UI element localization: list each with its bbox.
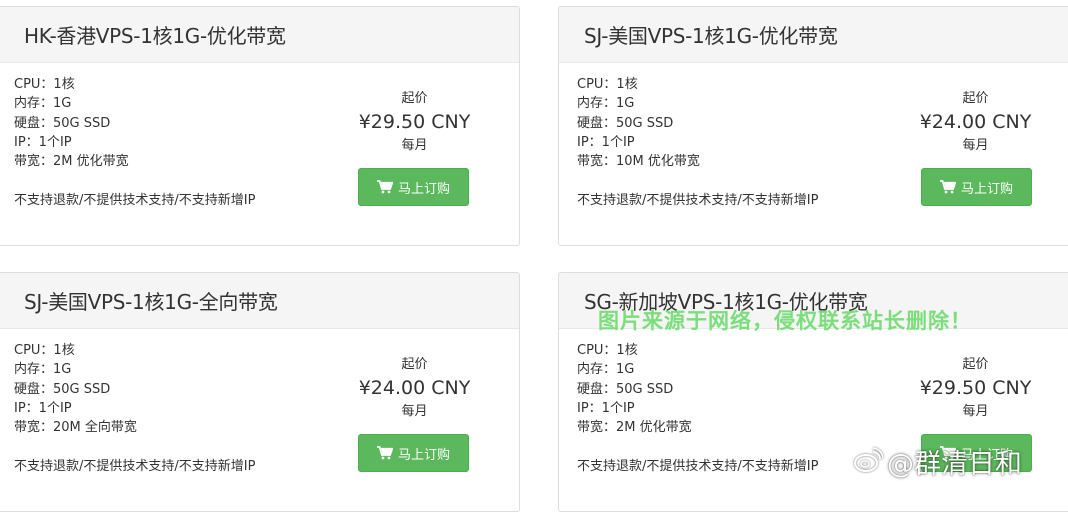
shopping-cart-icon [939, 180, 956, 194]
price-label: 起价 [401, 91, 428, 106]
price-label: 起价 [401, 357, 428, 372]
order-now-button[interactable]: 马上订购 [358, 434, 469, 472]
spec-disk: 硬盘：50G SSD [577, 115, 674, 131]
spec-ip: IP：1个IP [577, 400, 635, 416]
spec-list: CPU：1核 内存：1G 硬盘：50G SSD IP：1个IP 带宽：2M 优化… [14, 75, 129, 171]
spec-disk: 硬盘：50G SSD [14, 115, 111, 131]
price-box: 起价 ¥29.50 CNY 每月 [350, 89, 479, 156]
spec-ip: IP：1个IP [577, 134, 635, 150]
spec-disk: 硬盘：50G SSD [577, 381, 674, 397]
image-source-notice: 图片来源于网络，侵权联系站长删除！ [598, 309, 972, 333]
spec-cpu: CPU：1核 [14, 77, 75, 92]
price-value: ¥29.50 CNY [919, 377, 1032, 399]
spec-bandwidth: 带宽：2M 优化带宽 [14, 154, 129, 170]
spec-memory: 内存：1G [577, 362, 635, 378]
product-title: SJ-美国VPS-1核1G-全向带宽 [0, 273, 519, 329]
product-title: HK-香港VPS-1核1G-优化带宽 [0, 7, 519, 63]
order-button-label: 马上订购 [397, 181, 450, 197]
spec-disk: 硬盘：50G SSD [14, 381, 111, 397]
corner-watermark: @群清日和 [853, 442, 1022, 481]
spec-bandwidth: 带宽：2M 优化带宽 [577, 420, 692, 436]
price-value: ¥24.00 CNY [919, 111, 1032, 133]
price-period: 每月 [962, 138, 989, 153]
spec-cpu: CPU：1核 [577, 77, 638, 92]
price-value: ¥29.50 CNY [358, 111, 471, 133]
spec-cpu: CPU：1核 [577, 343, 638, 358]
order-button-label: 马上订购 [960, 181, 1013, 197]
restriction-note: 不支持退款/不提供技术支持/不支持新增IP [14, 459, 256, 474]
price-box: 起价 ¥24.00 CNY 每月 [350, 355, 479, 422]
order-button-label: 马上订购 [397, 447, 450, 463]
spec-list: CPU：1核 内存：1G 硬盘：50G SSD IP：1个IP 带宽：2M 优化… [577, 341, 692, 437]
spec-cpu: CPU：1核 [14, 343, 75, 358]
order-now-button[interactable]: 马上订购 [358, 168, 469, 206]
spec-list: CPU：1核 内存：1G 硬盘：50G SSD IP：1个IP 带宽：10M 优… [577, 75, 700, 171]
spec-bandwidth: 带宽：10M 优化带宽 [577, 154, 700, 170]
shopping-cart-icon [376, 446, 393, 460]
product-card-hk: HK-香港VPS-1核1G-优化带宽 CPU：1核 内存：1G 硬盘：50G S… [0, 6, 520, 246]
corner-watermark-text: @群清日和 [887, 449, 1022, 480]
product-card-sj-omnidirectional: SJ-美国VPS-1核1G-全向带宽 CPU：1核 内存：1G 硬盘：50G S… [0, 272, 520, 512]
weibo-logo-icon [853, 446, 884, 477]
price-period: 每月 [401, 404, 428, 419]
price-box: 起价 ¥29.50 CNY 每月 [911, 355, 1040, 422]
order-now-button[interactable]: 马上订购 [921, 168, 1032, 206]
price-label: 起价 [962, 357, 989, 372]
shopping-cart-icon [376, 180, 393, 194]
price-period: 每月 [962, 404, 989, 419]
price-label: 起价 [962, 91, 989, 106]
restriction-note: 不支持退款/不提供技术支持/不支持新增IP [14, 193, 256, 208]
spec-ip: IP：1个IP [14, 400, 72, 416]
spec-bandwidth: 带宽：20M 全向带宽 [14, 420, 137, 436]
spec-memory: 内存：1G [14, 96, 72, 112]
restriction-note: 不支持退款/不提供技术支持/不支持新增IP [577, 193, 819, 208]
spec-memory: 内存：1G [577, 96, 635, 112]
product-title: SJ-美国VPS-1核1G-优化带宽 [559, 7, 1068, 63]
price-period: 每月 [401, 138, 428, 153]
restriction-note: 不支持退款/不提供技术支持/不支持新增IP [577, 459, 819, 474]
spec-list: CPU：1核 内存：1G 硬盘：50G SSD IP：1个IP 带宽：20M 全… [14, 341, 137, 437]
product-card-sj-optimized: SJ-美国VPS-1核1G-优化带宽 CPU：1核 内存：1G 硬盘：50G S… [558, 6, 1068, 246]
price-box: 起价 ¥24.00 CNY 每月 [911, 89, 1040, 156]
price-value: ¥24.00 CNY [358, 377, 471, 399]
spec-ip: IP：1个IP [14, 134, 72, 150]
spec-memory: 内存：1G [14, 362, 72, 378]
